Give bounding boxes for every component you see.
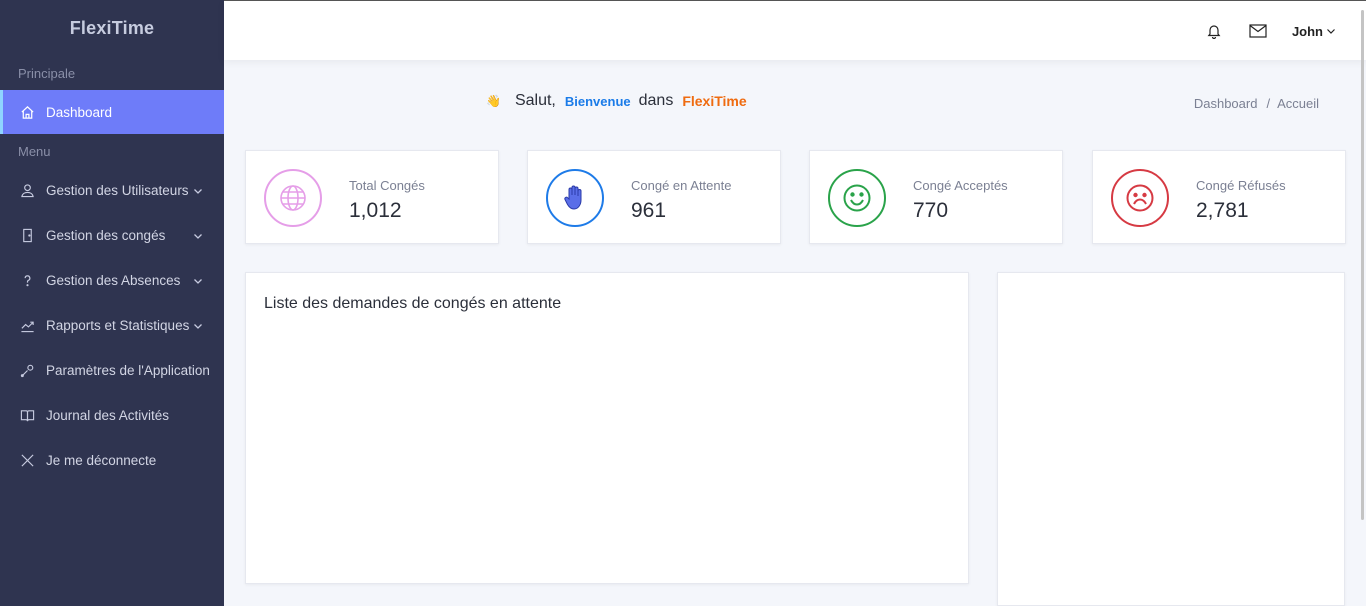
user-icon xyxy=(18,182,36,200)
waving-hand-icon: 👋 xyxy=(486,94,501,108)
user-menu[interactable]: John xyxy=(1292,24,1336,39)
raised-hand-icon xyxy=(546,169,604,227)
greeting-bienvenue: Bienvenue xyxy=(564,93,631,109)
sidebar-item-label: Je me déconnecte xyxy=(46,453,157,468)
mail-icon[interactable] xyxy=(1248,21,1268,41)
sidebar-item-label: Rapports et Statistiques xyxy=(46,318,190,333)
sidebar-item-label: Journal des Activités xyxy=(46,408,170,423)
page-scrollbar[interactable] xyxy=(1361,10,1364,520)
stat-value: 1,012 xyxy=(349,199,402,222)
side-panel xyxy=(997,272,1345,606)
chevron-down-icon xyxy=(1327,29,1335,34)
stat-label: Congé Réfusés xyxy=(1196,178,1286,193)
sidebar-item-label: Gestion des Utilisateurs xyxy=(46,183,189,198)
greeting-brand: FlexiTime xyxy=(682,93,747,109)
panel-title: Liste des demandes de congés en attente xyxy=(264,295,562,312)
breadcrumb-separator: / xyxy=(1266,96,1271,111)
user-name: John xyxy=(1291,23,1323,39)
sidebar-item-deconnexion[interactable]: Je me déconnecte xyxy=(0,438,224,483)
close-icon xyxy=(18,452,36,470)
chevron-down-icon xyxy=(194,323,202,329)
question-icon xyxy=(18,272,36,290)
pending-requests-panel: Liste des demandes de congés en attente xyxy=(245,272,969,584)
sidebar-item-journal[interactable]: Journal des Activités xyxy=(0,393,224,438)
greeting-salut: Salut, xyxy=(514,92,556,109)
breadcrumb-current: Accueil xyxy=(1277,96,1319,111)
stat-card-total-conges: Total Congés 1,012 xyxy=(245,150,499,244)
door-icon xyxy=(18,227,36,245)
breadcrumb-dashboard-link[interactable]: Dashboard xyxy=(1194,96,1258,111)
book-icon xyxy=(18,407,36,425)
bell-icon[interactable] xyxy=(1204,21,1224,41)
sidebar-item-rapports[interactable]: Rapports et Statistiques xyxy=(0,303,224,348)
wrench-icon xyxy=(18,362,36,380)
welcome-greeting: 👋 Salut, Bienvenue dans FlexiTime xyxy=(486,92,747,110)
sidebar-item-parametres[interactable]: Paramètres de l'Application xyxy=(0,348,224,393)
sidebar-item-absences[interactable]: Gestion des Absences xyxy=(0,258,224,303)
sidebar-item-label: Gestion des Absences xyxy=(46,273,181,288)
stat-label: Congé en Attente xyxy=(631,178,732,193)
sidebar-item-dashboard[interactable]: Dashboard xyxy=(0,90,224,134)
globe-icon xyxy=(264,169,322,227)
sidebar-item-label: Gestion des congés xyxy=(46,228,166,243)
stat-value: 2,781 xyxy=(1196,199,1249,222)
sidebar-item-label: Dashboard xyxy=(46,104,113,120)
home-icon xyxy=(18,103,36,121)
stat-card-en-attente: Congé en Attente 961 xyxy=(527,150,781,244)
stat-card-acceptes: Congé Acceptés 770 xyxy=(809,150,1063,244)
greeting-dans: dans xyxy=(638,92,674,109)
chart-line-icon xyxy=(18,317,36,335)
stat-label: Congé Acceptés xyxy=(913,178,1008,193)
chevron-down-icon xyxy=(194,188,202,194)
sidebar-item-conges[interactable]: Gestion des congés xyxy=(0,213,224,258)
app-brand[interactable]: FlexiTime xyxy=(0,0,224,56)
section-label-principale: Principale xyxy=(18,65,76,81)
stat-value: 961 xyxy=(631,199,667,222)
chevron-down-icon xyxy=(194,278,202,284)
top-bar: John xyxy=(224,0,1366,60)
stat-value: 770 xyxy=(913,199,949,222)
smile-icon xyxy=(828,169,886,227)
section-label-menu: Menu xyxy=(18,143,51,159)
sidebar: FlexiTime Principale Dashboard Menu Gest… xyxy=(0,0,224,606)
sidebar-item-label: Paramètres de l'Application xyxy=(46,363,210,378)
breadcrumb: Dashboard / Accueil xyxy=(1194,96,1319,111)
stat-label: Total Congés xyxy=(349,178,425,193)
sidebar-item-utilisateurs[interactable]: Gestion des Utilisateurs xyxy=(0,168,224,213)
chevron-down-icon xyxy=(194,233,202,239)
top-bar-actions: John xyxy=(1180,1,1336,61)
frown-icon xyxy=(1111,169,1169,227)
stat-card-refuses: Congé Réfusés 2,781 xyxy=(1092,150,1346,244)
